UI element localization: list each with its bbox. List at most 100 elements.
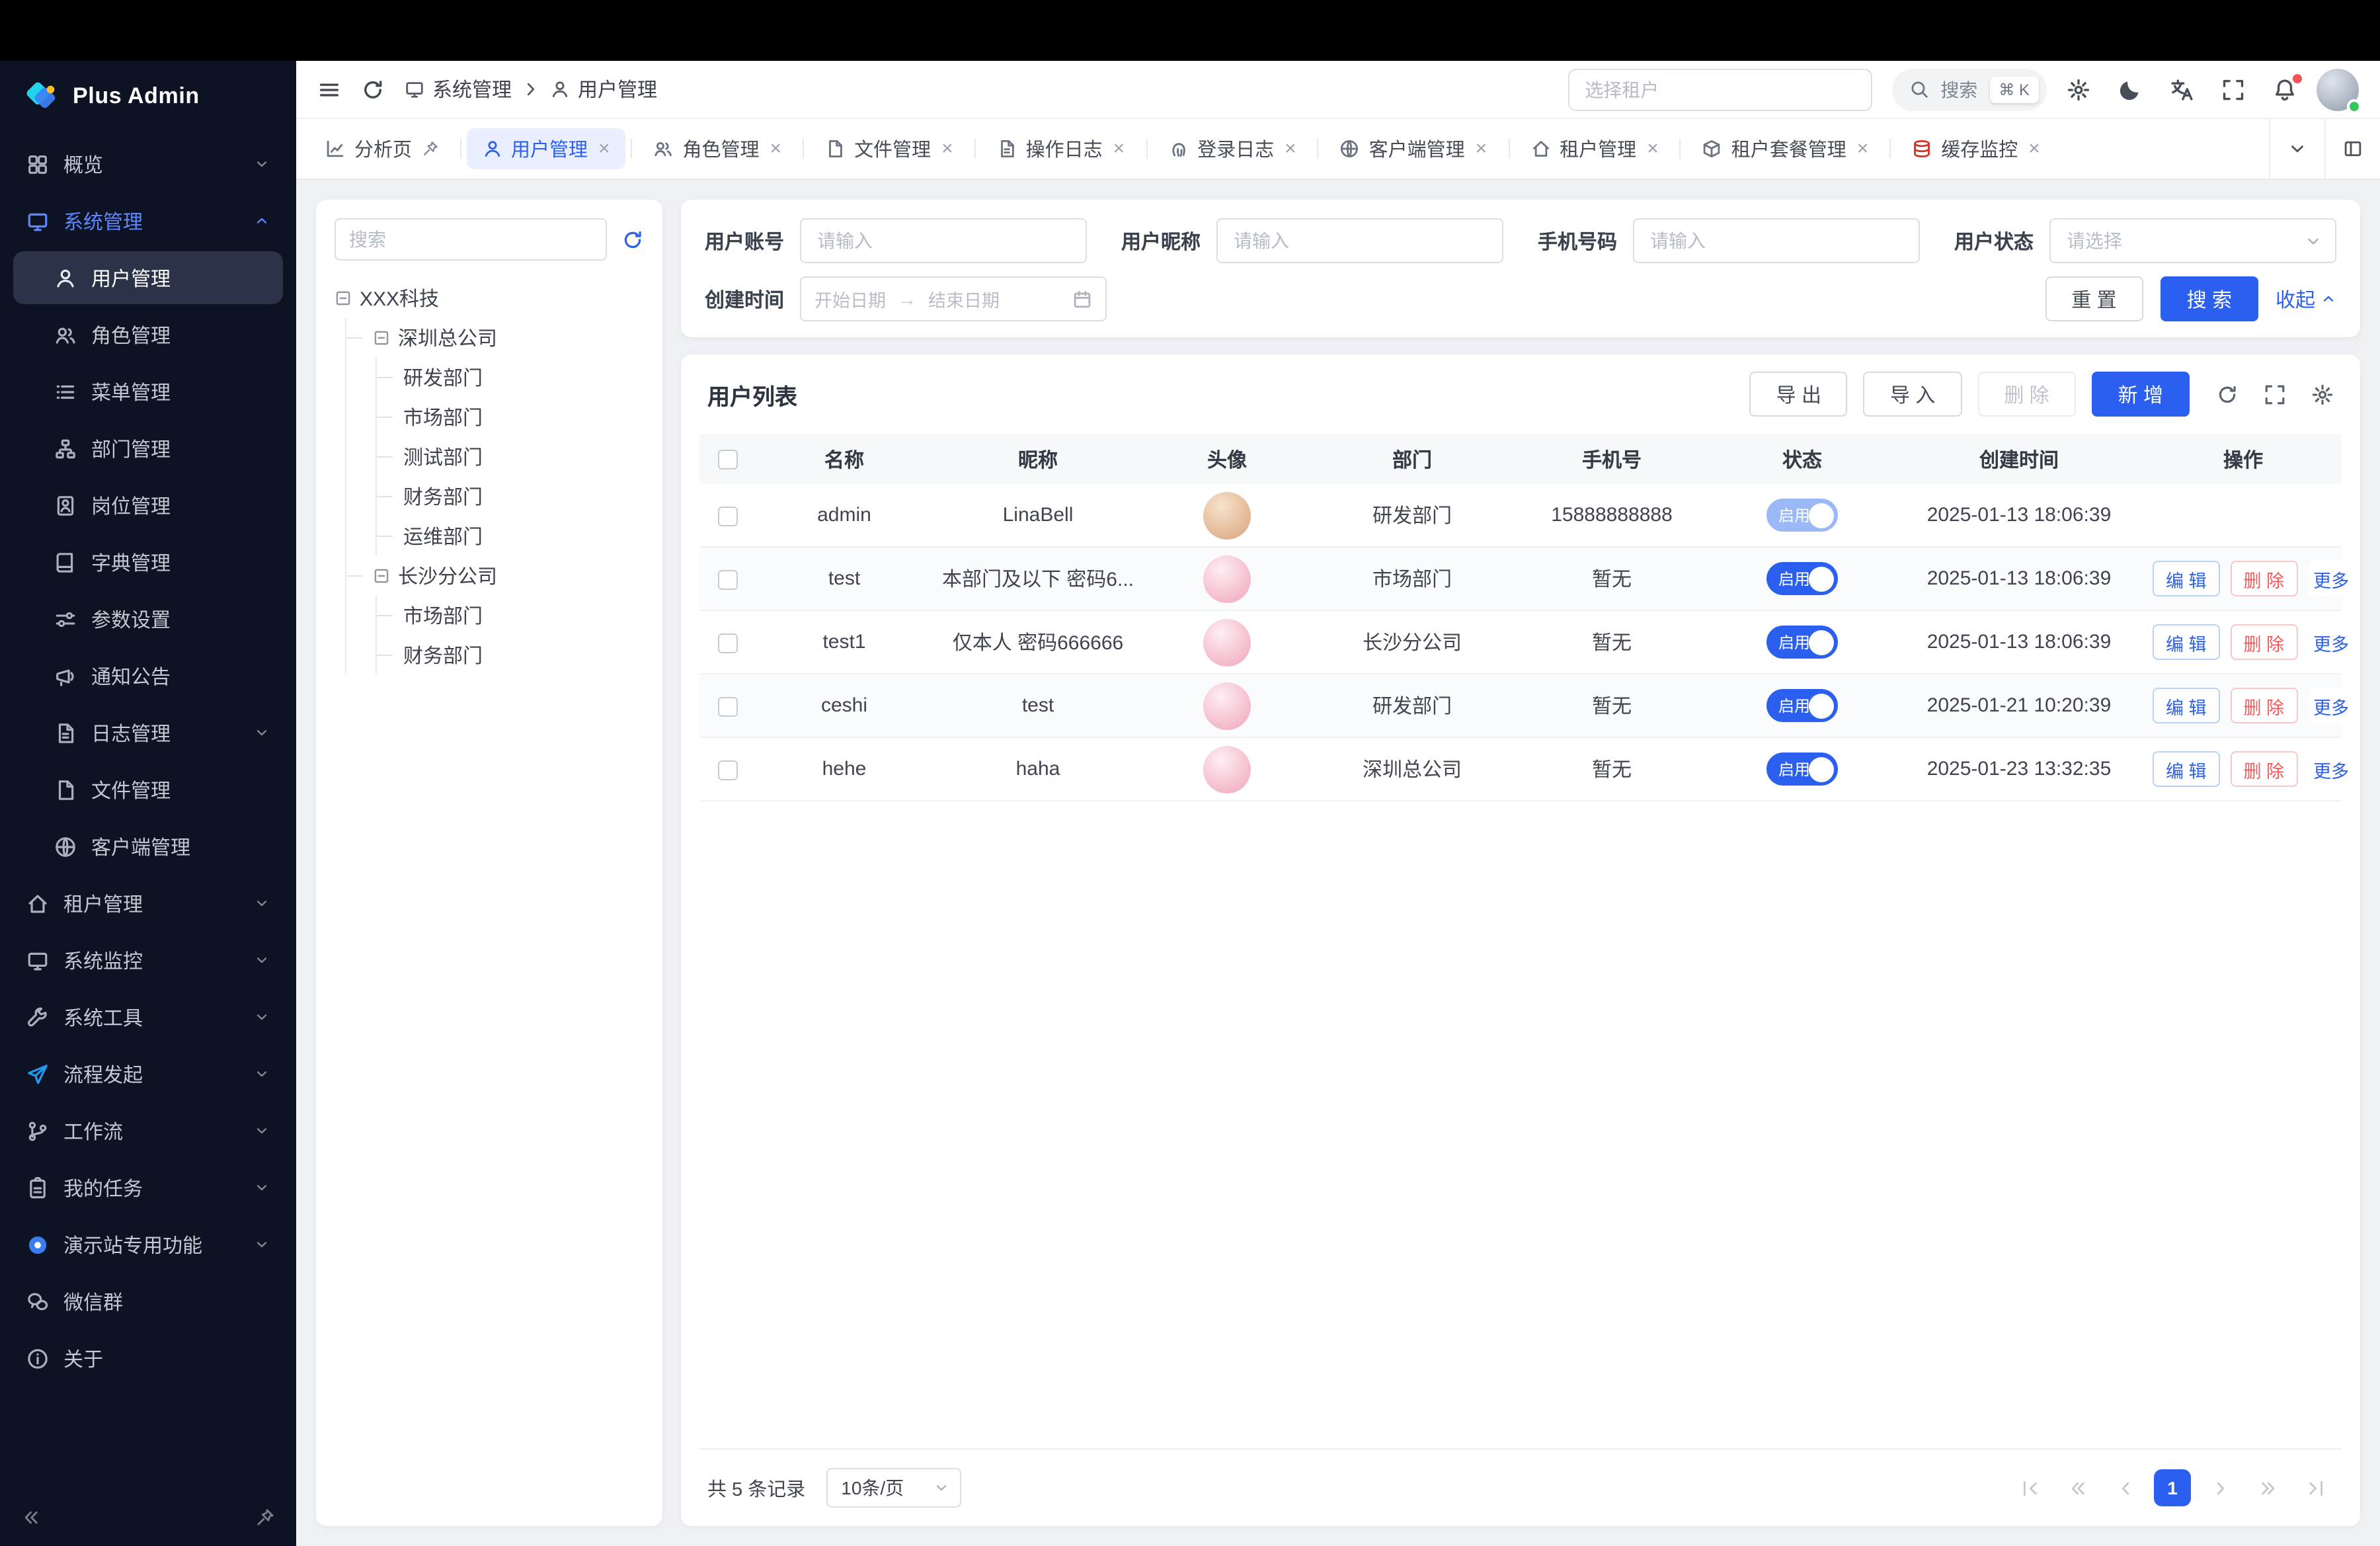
user-avatar[interactable] bbox=[2317, 68, 2359, 110]
close-icon[interactable]: × bbox=[1476, 138, 1488, 160]
global-search[interactable]: 搜索 ⌘ K bbox=[1891, 68, 2047, 110]
sidebar-item-15[interactable]: 系统工具 bbox=[13, 991, 283, 1043]
tree-refresh-icon[interactable] bbox=[621, 228, 644, 251]
reset-button[interactable]: 重 置 bbox=[2045, 276, 2143, 321]
sidebar-item-12[interactable]: 客户端管理 bbox=[13, 820, 283, 873]
double-chevron-right-icon[interactable] bbox=[2249, 1469, 2286, 1506]
more-row-button[interactable]: 更多 bbox=[2308, 751, 2354, 787]
pin-sidebar-icon[interactable] bbox=[255, 1507, 275, 1527]
tenant-select-input[interactable] bbox=[1567, 68, 1872, 110]
sidebar-item-11[interactable]: 文件管理 bbox=[13, 763, 283, 816]
page-last-icon[interactable] bbox=[2297, 1469, 2334, 1506]
tab-0[interactable]: 分析页 bbox=[309, 128, 454, 169]
filter-input-2[interactable] bbox=[1633, 218, 1920, 263]
delete-row-button[interactable]: 删 除 bbox=[2231, 624, 2298, 660]
gear-icon[interactable] bbox=[2067, 77, 2090, 101]
tab-5[interactable]: 登录日志× bbox=[1152, 128, 1312, 169]
tab-4[interactable]: 操作日志× bbox=[981, 128, 1141, 169]
sidebar-item-7[interactable]: 字典管理 bbox=[13, 536, 283, 589]
more-row-button[interactable]: 更多 bbox=[2308, 688, 2354, 723]
sidebar-item-13[interactable]: 租户管理 bbox=[13, 877, 283, 930]
row-checkbox[interactable] bbox=[717, 696, 737, 716]
refresh-icon[interactable] bbox=[361, 77, 385, 101]
status-toggle[interactable]: 启用 bbox=[1766, 626, 1838, 659]
sidebar-item-16[interactable]: 流程发起 bbox=[13, 1047, 283, 1100]
tab-1[interactable]: 用户管理× bbox=[466, 128, 626, 169]
sidebar-item-5[interactable]: 部门管理 bbox=[13, 422, 283, 475]
close-icon[interactable]: × bbox=[941, 138, 953, 160]
add-button[interactable]: 新 增 bbox=[2092, 372, 2190, 417]
delete-row-button[interactable]: 删 除 bbox=[2231, 561, 2298, 596]
tab-7[interactable]: 租户管理× bbox=[1515, 128, 1675, 169]
row-checkbox[interactable] bbox=[717, 506, 737, 526]
more-row-button[interactable]: 更多 bbox=[2308, 561, 2354, 596]
page-size-select[interactable]: 10条/页 bbox=[826, 1468, 961, 1508]
tab-3[interactable]: 文件管理× bbox=[809, 128, 969, 169]
chevron-left-icon[interactable] bbox=[2106, 1469, 2143, 1506]
sidebar-item-8[interactable]: 参数设置 bbox=[13, 592, 283, 645]
tree-node[interactable]: 市场部门 bbox=[395, 595, 644, 635]
status-toggle[interactable]: 启用 bbox=[1766, 689, 1838, 722]
status-toggle[interactable]: 启用 bbox=[1766, 499, 1838, 532]
tab-2[interactable]: 角色管理× bbox=[638, 128, 798, 169]
edit-row-button[interactable]: 编 辑 bbox=[2153, 688, 2220, 723]
user-status-select[interactable]: 请选择 bbox=[2049, 218, 2336, 263]
export-button[interactable]: 导 出 bbox=[1750, 372, 1848, 417]
tree-node[interactable]: 长沙分公司 bbox=[365, 555, 644, 595]
tree-node[interactable]: 运维部门 bbox=[395, 516, 644, 555]
delete-row-button[interactable]: 删 除 bbox=[2231, 688, 2298, 723]
edit-row-button[interactable]: 编 辑 bbox=[2153, 751, 2220, 787]
tree-collapse-icon[interactable] bbox=[335, 289, 352, 306]
row-checkbox[interactable] bbox=[717, 569, 737, 589]
sidebar-item-17[interactable]: 工作流 bbox=[13, 1104, 283, 1157]
close-icon[interactable]: × bbox=[2028, 138, 2040, 160]
tab-list-dropdown-icon[interactable] bbox=[2269, 118, 2324, 179]
pin-icon[interactable] bbox=[421, 140, 438, 157]
tree-collapse-icon[interactable] bbox=[373, 329, 390, 346]
sidebar-item-19[interactable]: 演示站专用功能 bbox=[13, 1218, 283, 1271]
fullscreen-icon[interactable] bbox=[2264, 383, 2286, 405]
sidebar-item-2[interactable]: 用户管理 bbox=[13, 251, 283, 304]
tree-node[interactable]: 市场部门 bbox=[395, 397, 644, 436]
search-button[interactable]: 搜 索 bbox=[2161, 276, 2258, 321]
date-range-picker[interactable]: 开始日期 → 结束日期 bbox=[800, 276, 1107, 321]
tree-collapse-icon[interactable] bbox=[373, 567, 390, 584]
translate-icon[interactable] bbox=[2170, 77, 2194, 101]
tree-node[interactable]: XXX科技 bbox=[335, 278, 644, 317]
more-row-button[interactable]: 更多 bbox=[2308, 624, 2354, 660]
tree-node[interactable]: 研发部门 bbox=[395, 357, 644, 397]
chevron-right-icon[interactable] bbox=[2202, 1469, 2239, 1506]
status-toggle[interactable]: 启用 bbox=[1766, 753, 1838, 786]
select-all-checkbox[interactable] bbox=[717, 450, 737, 469]
sidebar-item-4[interactable]: 菜单管理 bbox=[13, 365, 283, 418]
refresh-icon[interactable] bbox=[2216, 383, 2239, 405]
sidebar-item-3[interactable]: 角色管理 bbox=[13, 308, 283, 361]
sidebar-item-18[interactable]: 我的任务 bbox=[13, 1161, 283, 1214]
tab-6[interactable]: 客户端管理× bbox=[1324, 128, 1503, 169]
tab-8[interactable]: 租户套餐管理× bbox=[1686, 128, 1885, 169]
sidebar-item-20[interactable]: 微信群 bbox=[13, 1275, 283, 1328]
double-chevron-left-icon[interactable] bbox=[2059, 1469, 2096, 1506]
delete-row-button[interactable]: 删 除 bbox=[2231, 751, 2298, 787]
edit-row-button[interactable]: 编 辑 bbox=[2153, 624, 2220, 660]
close-icon[interactable]: × bbox=[1647, 138, 1659, 160]
sidebar-item-14[interactable]: 系统监控 bbox=[13, 934, 283, 987]
moon-icon[interactable] bbox=[2118, 77, 2142, 101]
sidebar-item-1[interactable]: 系统管理 bbox=[13, 194, 283, 247]
breadcrumb-item[interactable]: 系统管理 bbox=[405, 75, 512, 103]
tree-node[interactable]: 财务部门 bbox=[395, 635, 644, 674]
sidebar-item-21[interactable]: 关于 bbox=[13, 1332, 283, 1385]
gear-icon[interactable] bbox=[2311, 383, 2334, 405]
collapse-filters-link[interactable]: 收起 bbox=[2276, 285, 2336, 313]
delete-button[interactable]: 删 除 bbox=[1977, 372, 2075, 417]
row-checkbox[interactable] bbox=[717, 633, 737, 653]
import-button[interactable]: 导 入 bbox=[1864, 372, 1962, 417]
sidebar-item-10[interactable]: 日志管理 bbox=[13, 706, 283, 759]
bell-icon[interactable] bbox=[2273, 77, 2297, 101]
tree-node[interactable]: 财务部门 bbox=[395, 476, 644, 516]
tab-9[interactable]: 缓存监控× bbox=[1896, 128, 2056, 169]
page-first-icon[interactable] bbox=[2011, 1469, 2048, 1506]
close-icon[interactable]: × bbox=[598, 138, 610, 160]
tab-layout-icon[interactable] bbox=[2324, 118, 2380, 179]
tree-node[interactable]: 测试部门 bbox=[395, 436, 644, 476]
